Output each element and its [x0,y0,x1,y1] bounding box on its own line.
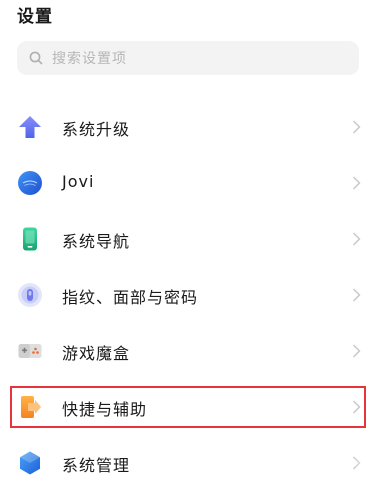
shortcut-assist-icon [17,394,43,420]
menu-item-label: 快捷与辅助 [62,400,148,419]
menu-item-label: 系统管理 [62,456,131,475]
menu-item-game-box[interactable]: 游戏魔盒 [0,323,377,379]
fingerprint-icon [17,282,43,308]
chevron-right-icon [353,120,361,134]
chevron-right-icon [353,456,361,470]
search-placeholder: 搜索设置项 [52,51,127,67]
search-input[interactable]: 搜索设置项 [17,41,359,75]
menu-item-label: 系统导航 [62,232,131,251]
page-title: 设置 [17,7,53,27]
menu-item-jovi[interactable]: Jovi [0,155,377,211]
menu-item-system-navigation[interactable]: 系统导航 [0,211,377,267]
menu-item-fingerprint-face-password[interactable]: 指纹、面部与密码 [0,267,377,323]
settings-menu: 系统升级 Jovi 系统导航 指纹、面部与密码 游戏魔盒 快捷与辅助 系统管理 [0,99,377,491]
jovi-icon [17,170,43,196]
chevron-right-icon [353,232,361,246]
menu-item-system-update[interactable]: 系统升级 [0,99,377,155]
menu-item-label: 游戏魔盒 [62,344,131,363]
game-box-icon [17,338,43,364]
system-navigation-icon [17,226,43,252]
system-update-icon [17,114,43,140]
menu-item-label: Jovi [62,172,95,191]
chevron-right-icon [353,288,361,302]
menu-item-label: 指纹、面部与密码 [62,288,199,307]
chevron-right-icon [353,344,361,358]
system-management-icon [17,450,43,476]
search-icon [29,51,43,65]
chevron-right-icon [353,176,361,190]
menu-item-label: 系统升级 [62,120,131,139]
menu-item-shortcut-assist[interactable]: 快捷与辅助 [0,379,377,435]
chevron-right-icon [353,400,361,414]
